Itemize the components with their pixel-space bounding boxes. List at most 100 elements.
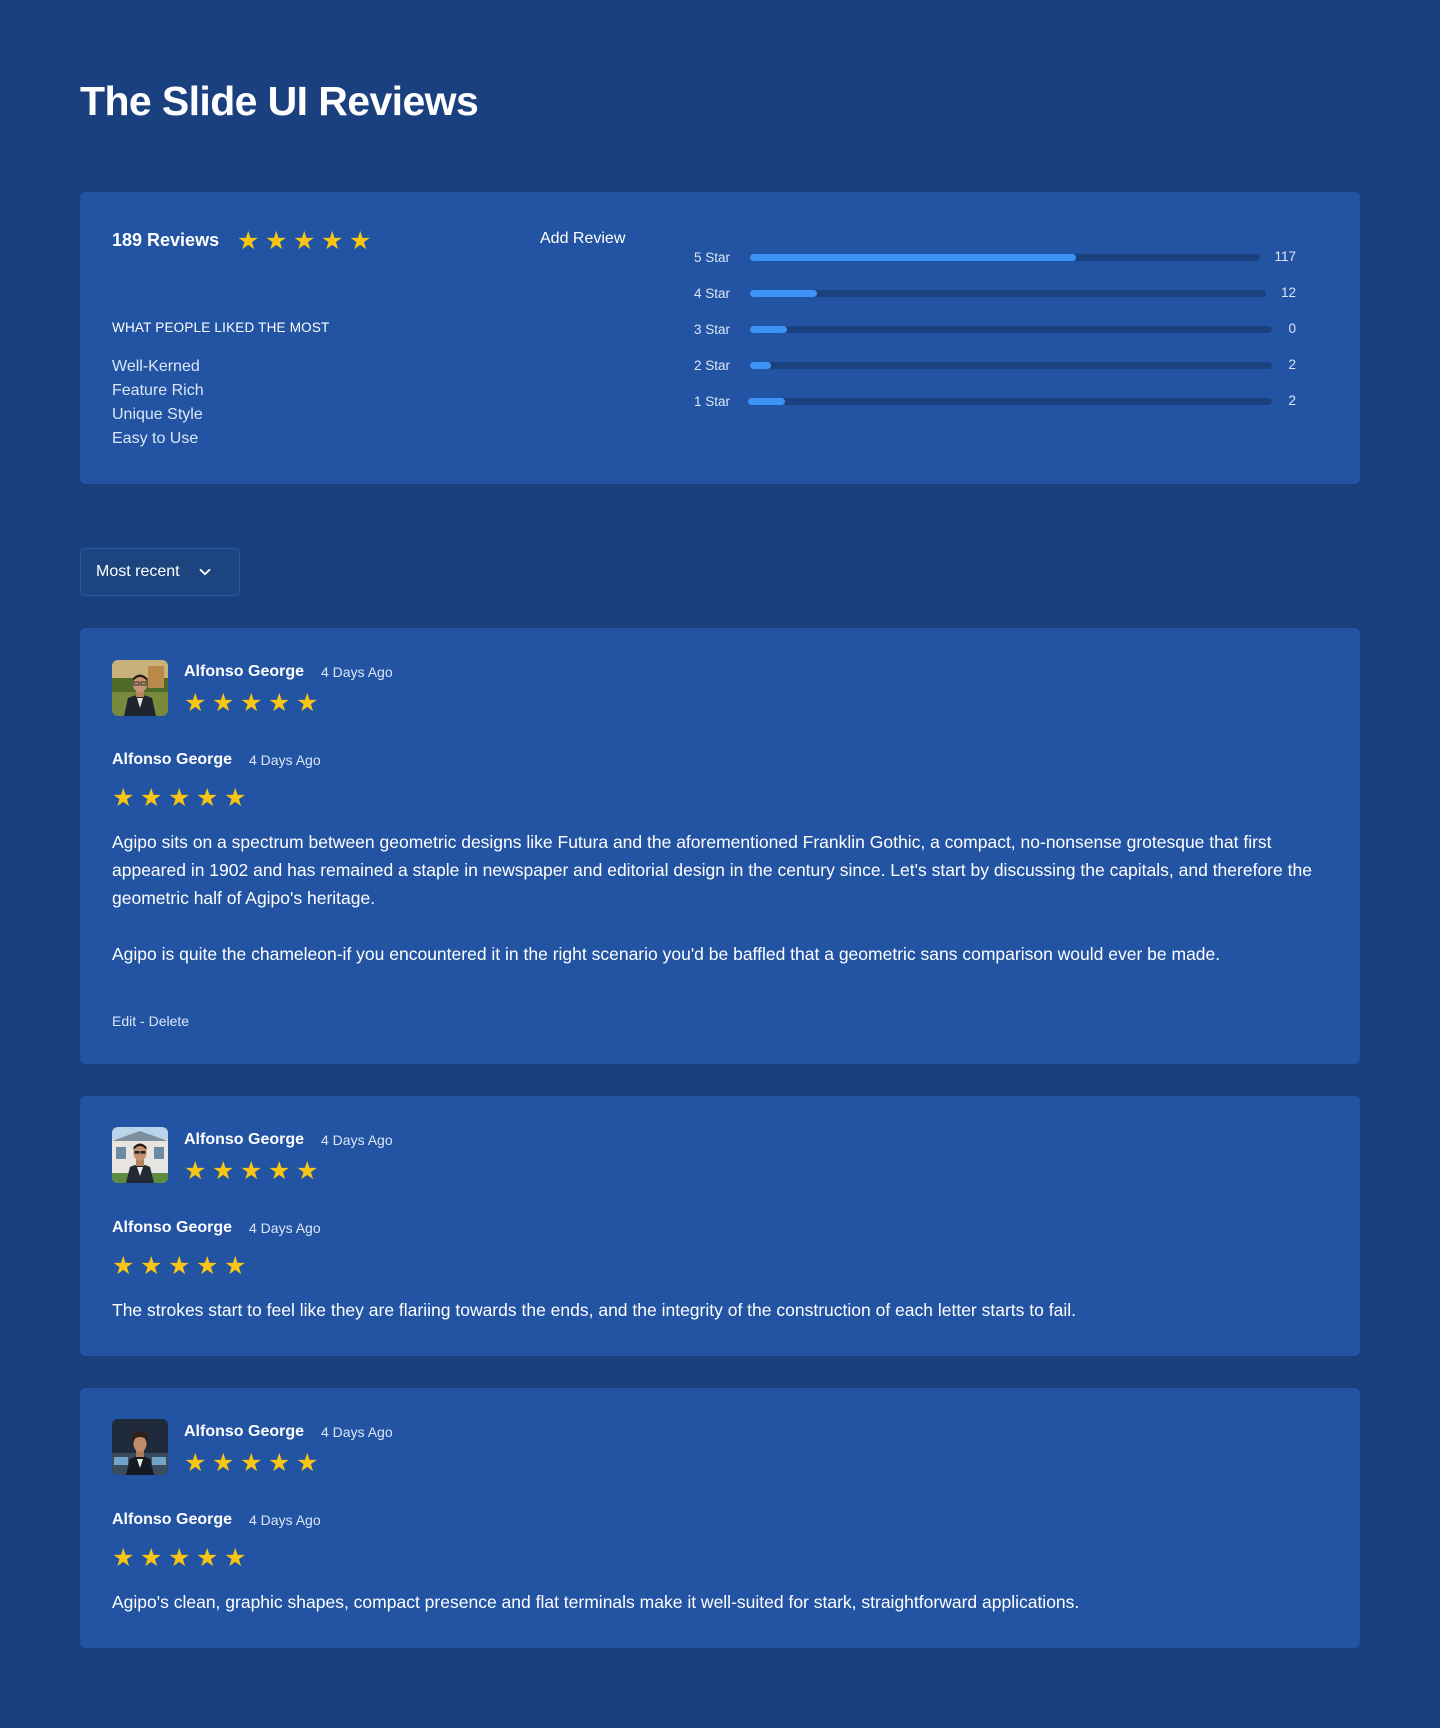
star-icon: ★ bbox=[184, 689, 207, 717]
review-text: Agipo is quite the chameleon-if you enco… bbox=[112, 944, 1221, 964]
review-card: Alfonso George 4 Days Ago ★ ★ ★ ★ ★ Alfonso … bbox=[80, 1388, 1360, 1648]
breakdown-fill bbox=[750, 361, 771, 369]
breakdown-track bbox=[750, 253, 1260, 261]
edit-link[interactable]: Edit bbox=[112, 1013, 136, 1029]
star-icon: ★ bbox=[212, 689, 235, 717]
breakdown-label: 1 Star bbox=[694, 393, 731, 409]
star-icon: ★ bbox=[293, 227, 316, 255]
breakdown-count: 2 bbox=[1288, 357, 1296, 372]
add-review-button[interactable]: Add Review bbox=[540, 230, 625, 248]
review-body-rating-stars: ★ ★ ★ ★ ★ bbox=[112, 1252, 252, 1280]
breakdown-fill bbox=[750, 325, 787, 333]
star-icon: ★ bbox=[112, 784, 135, 812]
star-icon: ★ bbox=[268, 1157, 291, 1185]
star-icon: ★ bbox=[112, 1544, 135, 1572]
breakdown-fill bbox=[750, 289, 818, 297]
star-icon: ★ bbox=[296, 1157, 319, 1185]
star-icon: ★ bbox=[212, 1157, 235, 1185]
breakdown-row-2-star: 2 Star bbox=[694, 356, 1272, 374]
star-icon: ★ bbox=[268, 1449, 291, 1477]
breakdown-count: 12 bbox=[1280, 285, 1296, 300]
breakdown-track bbox=[748, 397, 1272, 405]
liked-most-heading: WHAT PEOPLE LIKED THE MOST bbox=[112, 320, 330, 335]
star-icon: ★ bbox=[168, 784, 191, 812]
star-icon: ★ bbox=[240, 689, 263, 717]
sort-selected-value: Most recent bbox=[96, 563, 180, 580]
breakdown-track bbox=[750, 361, 1272, 369]
rating-summary-card: 189 Reviews ★ ★ ★ ★ ★ Add Review WHAT PEOPLE… bbox=[80, 192, 1360, 484]
breakdown-fill bbox=[748, 397, 785, 405]
review-text: The strokes start to feel like they are … bbox=[112, 1300, 1076, 1320]
liked-most-list: Well-Kerned Feature Rich Unique Style Ea… bbox=[112, 355, 204, 451]
breakdown-label: 3 Star bbox=[694, 321, 731, 337]
liked-item: Feature Rich bbox=[112, 382, 204, 399]
star-icon: ★ bbox=[237, 227, 260, 255]
breakdown-count: 0 bbox=[1288, 321, 1296, 336]
breakdown-track bbox=[750, 289, 1266, 297]
breakdown-fill bbox=[750, 253, 1077, 261]
star-icon: ★ bbox=[240, 1449, 263, 1477]
star-icon: ★ bbox=[196, 1252, 219, 1280]
star-icon: ★ bbox=[168, 1252, 191, 1280]
review-rating-stars: ★ ★ ★ ★ ★ bbox=[184, 1449, 324, 1477]
star-icon: ★ bbox=[184, 1449, 207, 1477]
breakdown-row-5-star: 5 Star bbox=[694, 248, 1260, 266]
liked-item: Well-Kerned bbox=[112, 358, 200, 375]
review-author: Alfonso George bbox=[184, 663, 305, 680]
review-body-rating-stars: ★ ★ ★ ★ ★ bbox=[112, 1544, 252, 1572]
liked-item: Unique Style bbox=[112, 406, 203, 423]
breakdown-label: 5 Star bbox=[694, 249, 731, 265]
star-icon: ★ bbox=[224, 784, 247, 812]
star-icon: ★ bbox=[196, 1544, 219, 1572]
review-actions: Edit - Delete bbox=[112, 1013, 189, 1029]
star-icon: ★ bbox=[212, 1449, 235, 1477]
star-icon: ★ bbox=[240, 1157, 263, 1185]
review-rating-stars: ★ ★ ★ ★ ★ bbox=[184, 689, 324, 717]
star-icon: ★ bbox=[224, 1252, 247, 1280]
star-icon: ★ bbox=[140, 784, 163, 812]
avatar bbox=[112, 1419, 168, 1475]
breakdown-count: 2 bbox=[1288, 393, 1296, 408]
review-date: 4 Days Ago bbox=[321, 1424, 393, 1440]
review-body-date: 4 Days Ago bbox=[249, 752, 321, 768]
star-icon: ★ bbox=[321, 227, 344, 255]
breakdown-label: 4 Star bbox=[694, 285, 731, 301]
breakdown-label: 2 Star bbox=[694, 357, 731, 373]
breakdown-row-1-star: 1 Star bbox=[694, 392, 1272, 410]
star-icon: ★ bbox=[184, 1157, 207, 1185]
review-date: 4 Days Ago bbox=[321, 664, 393, 680]
average-rating-stars: ★ ★ ★ ★ ★ bbox=[237, 227, 377, 255]
review-body-author: Alfonso George bbox=[112, 751, 233, 768]
avatar bbox=[112, 1127, 168, 1183]
breakdown-count: 117 bbox=[1274, 249, 1296, 264]
avatar bbox=[112, 660, 168, 716]
chevron-down-icon bbox=[199, 568, 210, 576]
breakdown-row-3-star: 3 Star bbox=[694, 320, 1272, 338]
breakdown-track bbox=[750, 325, 1272, 333]
star-icon: ★ bbox=[196, 784, 219, 812]
review-date: 4 Days Ago bbox=[321, 1132, 393, 1148]
breakdown-row-4-star: 4 Star bbox=[694, 284, 1266, 302]
star-icon: ★ bbox=[112, 1252, 135, 1280]
review-author: Alfonso George bbox=[184, 1423, 305, 1440]
star-icon: ★ bbox=[268, 689, 291, 717]
sort-dropdown[interactable]: Most recent bbox=[80, 548, 240, 596]
delete-link[interactable]: Delete bbox=[149, 1013, 189, 1029]
review-card: Alfonso George 4 Days Ago ★ ★ ★ ★ ★ Alfonso … bbox=[80, 628, 1360, 1064]
review-body-date: 4 Days Ago bbox=[249, 1512, 321, 1528]
page-title: The Slide UI Reviews bbox=[80, 78, 479, 124]
review-card: Alfonso George 4 Days Ago ★ ★ ★ ★ ★ Alfonso … bbox=[80, 1096, 1360, 1356]
actions-separator: - bbox=[136, 1013, 149, 1029]
review-body-author: Alfonso George bbox=[112, 1511, 233, 1528]
review-body-rating-stars: ★ ★ ★ ★ ★ bbox=[112, 784, 252, 812]
review-body-date: 4 Days Ago bbox=[249, 1220, 321, 1236]
review-body-author: Alfonso George bbox=[112, 1219, 233, 1236]
review-author: Alfonso George bbox=[184, 1131, 305, 1148]
star-icon: ★ bbox=[296, 1449, 319, 1477]
star-icon: ★ bbox=[296, 689, 319, 717]
star-icon: ★ bbox=[168, 1544, 191, 1572]
star-icon: ★ bbox=[224, 1544, 247, 1572]
reviews-count: 189 Reviews bbox=[112, 230, 220, 250]
star-icon: ★ bbox=[140, 1252, 163, 1280]
star-icon: ★ bbox=[140, 1544, 163, 1572]
